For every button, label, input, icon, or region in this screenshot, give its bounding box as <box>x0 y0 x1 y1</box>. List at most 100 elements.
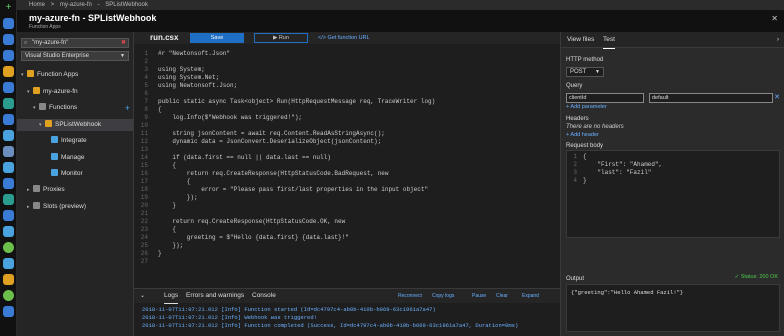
remove-parameter-icon[interactable]: ✕ <box>774 93 780 101</box>
storage-icon[interactable] <box>3 162 14 173</box>
active-directory-icon[interactable] <box>3 194 14 205</box>
http-method-select[interactable]: POST ▼ <box>566 67 604 77</box>
vm-icon[interactable] <box>3 130 14 141</box>
log-line: 2018-11-07T11:07:21.012 [Info] Function … <box>142 322 519 329</box>
load-balancer-icon[interactable] <box>3 146 14 157</box>
code-text: public static async Task<object> Run(Htt… <box>158 98 436 105</box>
query-key-input[interactable]: clientId <box>566 93 644 103</box>
tree-item-integrate[interactable]: Integrate <box>51 135 87 147</box>
request-body-editor[interactable]: 1 { 2 "First": "Ahamed", 3 "last": "Fazil… <box>566 150 780 238</box>
code-text: { <box>158 106 162 113</box>
query-value-input[interactable]: default <box>649 93 773 103</box>
tree-item-function-apps[interactable]: ▾ Function Apps <box>21 69 78 81</box>
resource-groups-icon[interactable] <box>3 50 14 61</box>
tree-item-slots[interactable]: ▸ Slots (preview) <box>27 201 86 213</box>
code-line: 22 return req.CreateResponse(HttpStatusC… <box>134 218 345 226</box>
page-subtitle: Function Apps <box>29 24 61 30</box>
page-title: my-azure-fn - SPListWebhook <box>29 13 157 23</box>
line-number: 16 <box>140 170 148 177</box>
icon-rail: + <box>0 0 17 336</box>
add-parameter-link[interactable]: + Add parameter <box>566 104 607 110</box>
line-number: 6 <box>144 90 148 97</box>
line-number: 22 <box>140 218 148 225</box>
tree-item-label: Monitor <box>61 170 83 177</box>
function-apps-icon[interactable] <box>3 66 14 77</box>
code-line: 18 error = "Please pass first/last prope… <box>134 186 428 194</box>
search-input[interactable]: ⌕ "my-azure-fn" ✖ <box>21 38 129 48</box>
tree-item-manage[interactable]: Manage <box>51 152 85 164</box>
more-services-icon[interactable] <box>3 306 14 317</box>
breadcrumb-function[interactable]: SPListWebhook <box>105 2 148 8</box>
line-number: 24 <box>140 234 148 241</box>
code-line: 17 { <box>134 178 191 186</box>
line-number: 2 <box>144 58 148 65</box>
create-resource-icon[interactable]: + <box>3 2 14 13</box>
function-tree-panel: ⌕ "my-azure-fn" ✖ Visual Studio Enterpri… <box>17 32 134 336</box>
code-line: 10 <box>134 122 158 130</box>
code-line: 15 { <box>134 162 176 170</box>
tree-item-webhook[interactable]: ▾ SPListWebhook <box>17 119 133 131</box>
cost-icon[interactable] <box>3 258 14 269</box>
tab-errors-and-warnings[interactable]: Errors and warnings <box>186 289 244 303</box>
sql-icon[interactable] <box>3 98 14 109</box>
reconnect-button[interactable]: Reconnect <box>398 289 422 303</box>
code-text: { <box>158 178 191 185</box>
code-text: dynamic data = JsonConvert.DeserializeOb… <box>158 138 382 145</box>
logs-panel: ⌄ Logs Errors and warnings Console Recon… <box>134 288 560 336</box>
code-line: 16 return req.CreateResponse(HttpStatusC… <box>134 170 389 178</box>
http-method-value: POST <box>570 69 587 75</box>
log-line: 2018-11-07T11:07:21.012 [Info] Webhook w… <box>142 314 317 321</box>
code-line: 14 if (data.first == null || data.last =… <box>134 154 331 162</box>
tab-logs[interactable]: Logs <box>164 289 179 304</box>
tab-console[interactable]: Console <box>252 289 276 303</box>
code-text: { <box>158 162 177 169</box>
breadcrumb-app[interactable]: my-azure-fn <box>60 2 92 8</box>
line-number: 7 <box>144 98 148 105</box>
network-icon[interactable] <box>3 178 14 189</box>
monitor-icon[interactable] <box>3 210 14 221</box>
code-line: 27 <box>134 258 158 266</box>
tree-item-label: Proxies <box>43 186 65 193</box>
clear-filter-icon[interactable]: ✖ <box>121 39 126 47</box>
add-header-link[interactable]: + Add header <box>566 132 599 138</box>
tree-item-functions[interactable]: ▾ Functions + <box>33 102 133 114</box>
code-text: } <box>158 250 162 257</box>
log-output: 2018-11-07T11:07:21.012 [Info] Function … <box>142 306 518 330</box>
line-number: 27 <box>140 258 148 265</box>
tab-view-files[interactable]: View files <box>567 32 594 48</box>
security-icon[interactable] <box>3 242 14 253</box>
collapse-icon[interactable]: ⌄ <box>140 289 145 303</box>
dashboard-icon[interactable] <box>3 18 14 29</box>
help-icon[interactable] <box>3 274 14 285</box>
advisor-icon[interactable] <box>3 226 14 237</box>
cosmos-icon[interactable] <box>3 114 14 125</box>
tree-item-proxies[interactable]: ▸ Proxies <box>27 184 65 196</box>
tree-item-monitor[interactable]: Monitor <box>51 168 83 180</box>
code-text: { <box>158 226 177 233</box>
save-button[interactable]: Save <box>190 33 244 43</box>
no-headers-text: There are no headers <box>566 124 624 130</box>
clear-button[interactable]: Clear <box>496 289 508 303</box>
add-function-icon[interactable]: + <box>125 102 130 114</box>
get-function-url-link[interactable]: </> Get function URL <box>318 33 370 43</box>
code-line: 24 greeting = $"Hello {data.first} {data… <box>134 234 349 242</box>
all-resources-icon[interactable] <box>3 34 14 45</box>
pause-button[interactable]: Pause <box>472 289 486 303</box>
copy-logs-button[interactable]: Copy logs <box>432 289 454 303</box>
code-text: using System.Net; <box>158 74 220 81</box>
tree-item-app[interactable]: ▾ my-azure-fn <box>27 86 78 98</box>
collapse-panel-icon[interactable]: › <box>777 32 779 48</box>
code-area[interactable]: 1 #r "Newtonsoft.Json" 2 3 using System; 4 usi… <box>134 50 560 288</box>
breadcrumb-home[interactable]: Home <box>29 2 45 8</box>
code-text: error = "Please pass first/last properti… <box>158 186 429 193</box>
breadcrumb-separator: - <box>97 2 100 8</box>
tab-test[interactable]: Test <box>603 32 615 49</box>
list-icon <box>33 202 40 209</box>
expand-button[interactable]: Expand <box>522 289 539 303</box>
search-value: "my-azure-fn" <box>32 40 69 46</box>
status-icon[interactable] <box>3 290 14 301</box>
run-button[interactable]: ▶ Run <box>254 33 308 43</box>
close-icon[interactable]: ✕ <box>771 14 778 23</box>
subscription-select[interactable]: Visual Studio Enterprise ▼ <box>21 51 129 61</box>
app-services-icon[interactable] <box>3 82 14 93</box>
